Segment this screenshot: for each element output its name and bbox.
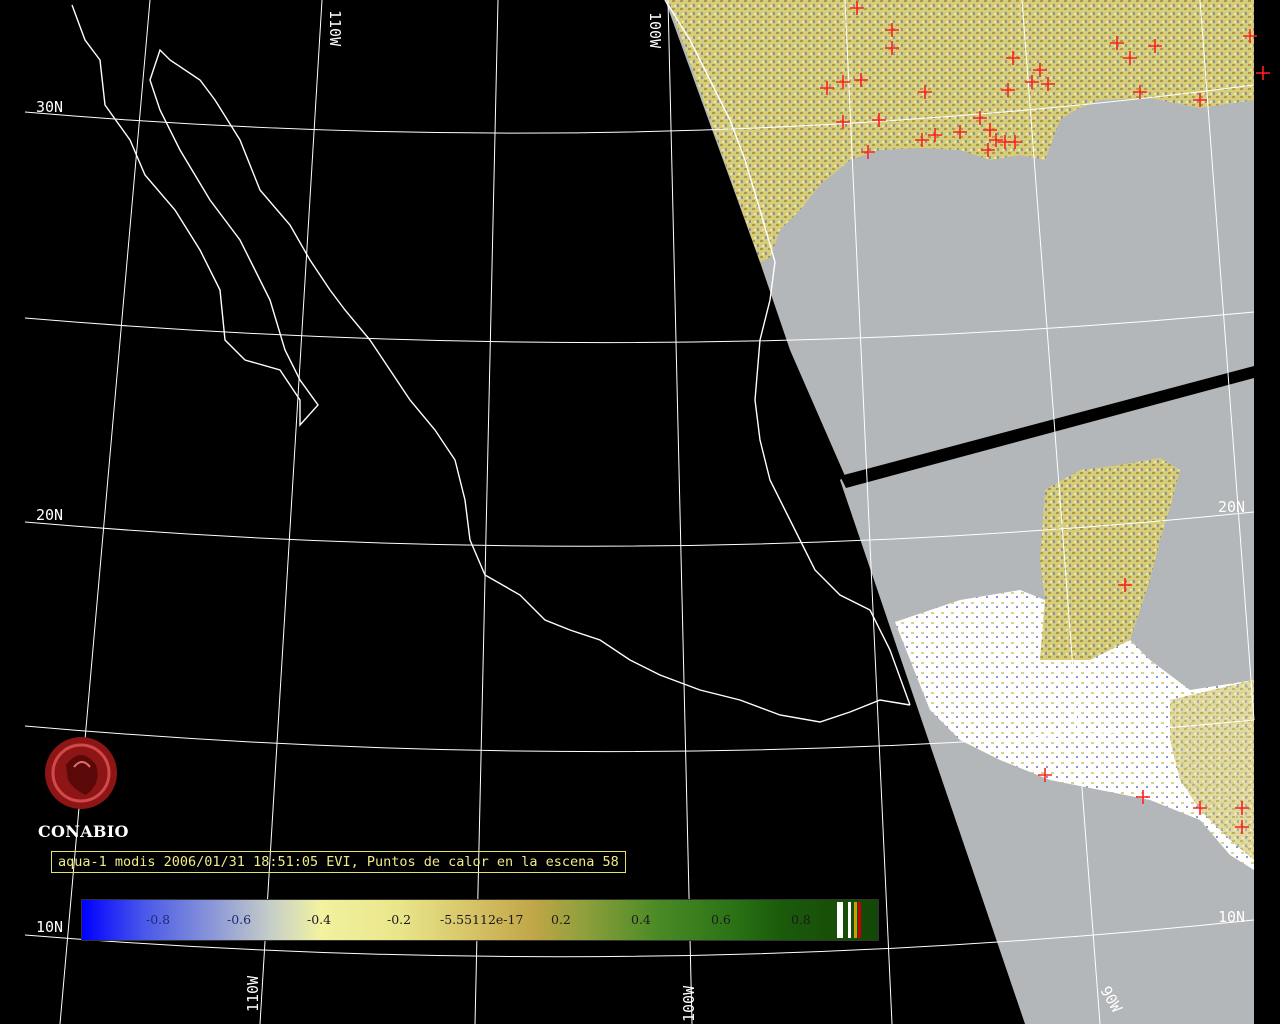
colorbar-tick: 0.8 — [791, 912, 811, 927]
colorbar-tick: -0.2 — [387, 912, 412, 927]
label-10n-left: 10N — [36, 918, 63, 936]
label-20n-right: 20N — [1218, 498, 1245, 516]
colorbar-tick: 0.2 — [551, 912, 571, 927]
label-110w-top: 110W — [326, 10, 344, 47]
colorbar-swatch-white — [837, 902, 843, 938]
label-100w-top: 100W — [646, 12, 664, 49]
colorbar-swatch-white-2 — [848, 902, 851, 938]
colorbar-tick: -0.8 — [146, 912, 171, 927]
colorbar-tick: -0.4 — [307, 912, 332, 927]
organization-name: CONABIO — [38, 822, 129, 841]
label-100w-bottom: 100W — [680, 985, 698, 1022]
label-10n-right: 10N — [1218, 908, 1245, 926]
colorbar-tick: 0.6 — [711, 912, 731, 927]
label-110w-bottom: 110W — [244, 975, 262, 1012]
conabio-logo — [45, 737, 117, 809]
fire-marker — [1256, 66, 1270, 80]
colorbar-swatch-red — [858, 902, 861, 938]
colorbar-tick: -5.55112e-17 — [440, 912, 524, 927]
colorbar-tick: 0.4 — [631, 912, 651, 927]
colorbar-swatch-yellow — [854, 902, 857, 938]
scene-caption: aqua-1 modis 2006/01/31 18:51:05 EVI, Pu… — [51, 851, 626, 873]
label-30n: 30N — [36, 98, 63, 116]
evi-colorbar: -0.8 -0.6 -0.4 -0.2 -5.55112e-17 0.2 0.4… — [81, 899, 879, 941]
label-20n-left: 20N — [36, 506, 63, 524]
colorbar-tick: -0.6 — [227, 912, 252, 927]
